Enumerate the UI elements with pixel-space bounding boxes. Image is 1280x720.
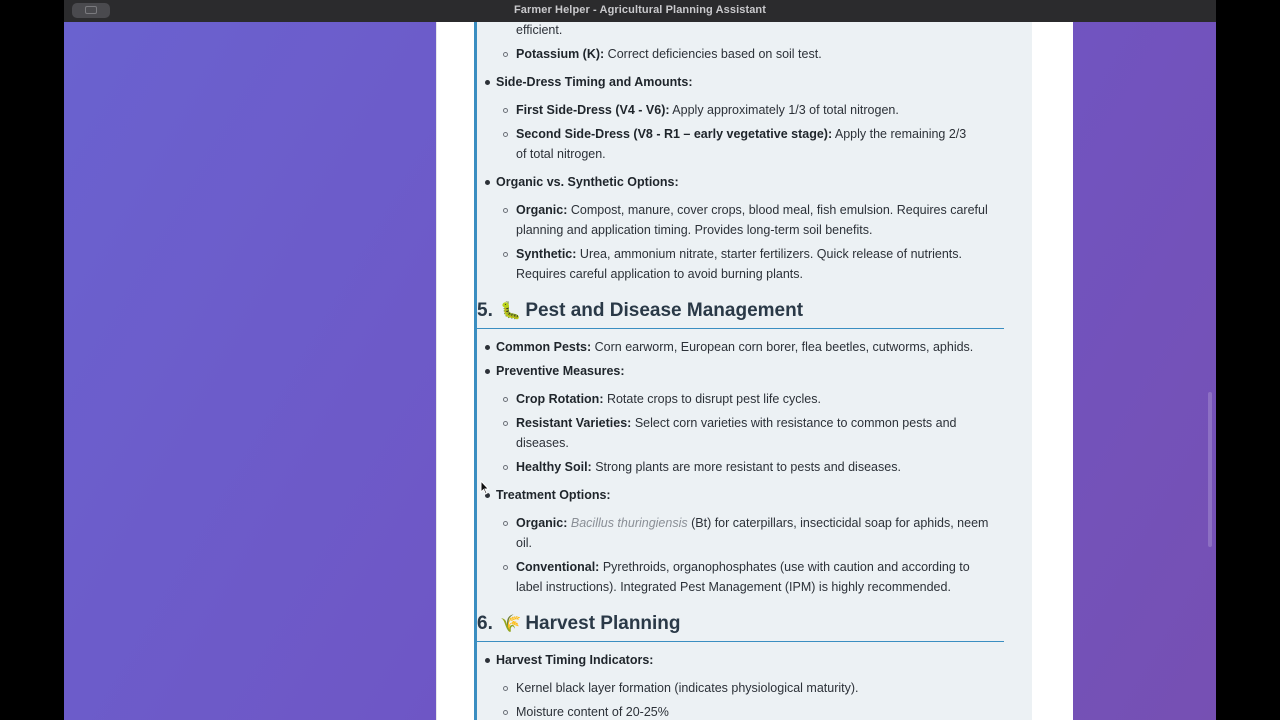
section-heading-harvest: 6. 🌾 Harvest Planning — [477, 613, 681, 634]
list-item-continuation: label instructions). Integrated Pest Man… — [516, 580, 951, 594]
wheat-icon: 🌾 — [500, 614, 522, 633]
bullet — [485, 345, 490, 350]
list-item-continuation: oil. — [516, 536, 532, 550]
window-title: Farmer Helper - Agricultural Planning As… — [513, 4, 767, 16]
list-item-organic: Organic: Compost, manure, cover crops, b… — [516, 203, 988, 217]
sub-bullet — [503, 710, 508, 715]
list-item-first-side-dress: First Side-Dress (V4 - V6): Apply approx… — [516, 103, 899, 117]
bug-icon: 🐛 — [500, 301, 522, 320]
list-item-continuation: Requires careful application to avoid bu… — [516, 267, 803, 281]
list-item-organic-treatment: Organic: Bacillus thuringiensis (Bt) for… — [516, 516, 989, 530]
sub-bullet — [503, 465, 508, 470]
page-viewport[interactable]: efficient. Potassium (K): Correct defici… — [64, 22, 1216, 720]
scrollbar-thumb[interactable] — [1208, 392, 1212, 547]
list-item-healthy-soil: Healthy Soil: Strong plants are more res… — [516, 460, 901, 474]
bullet — [485, 369, 490, 374]
sub-bullet — [503, 397, 508, 402]
bullet — [485, 180, 490, 185]
list-item-common-pests: Common Pests: Corn earworm, European cor… — [496, 340, 974, 354]
list-item-synthetic: Synthetic: Urea, ammonium nitrate, start… — [516, 247, 962, 261]
list-item-conventional: Conventional: Pyrethroids, organophospha… — [516, 560, 970, 574]
app-window: Farmer Helper - Agricultural Planning As… — [64, 0, 1216, 720]
list-item-black-layer: Kernel black layer formation (indicates … — [516, 681, 859, 695]
heading-divider — [477, 328, 1004, 329]
plan-card: efficient. Potassium (K): Correct defici… — [474, 22, 1032, 720]
sub-bullet — [503, 686, 508, 691]
list-item-potassium: Potassium (K): Correct deficiencies base… — [516, 47, 822, 61]
bullet — [485, 80, 490, 85]
sub-bullet — [503, 252, 508, 257]
mouse-cursor-icon — [480, 480, 490, 495]
list-item-continuation: of total nitrogen. — [516, 147, 606, 161]
sub-bullet — [503, 108, 508, 113]
list-item-continuation: planning and application timing. Provide… — [516, 223, 873, 237]
list-item-second-side-dress: Second Side-Dress (V8 - R1 – early veget… — [516, 127, 967, 141]
list-item-crop-rotation: Crop Rotation: Rotate crops to disrupt p… — [516, 392, 821, 406]
bullet — [485, 658, 490, 663]
sub-bullet — [503, 421, 508, 426]
list-item-organic-vs-synthetic: Organic vs. Synthetic Options: — [496, 175, 679, 189]
list-item-moisture: Moisture content of 20-25% — [516, 705, 669, 719]
sub-bullet — [503, 565, 508, 570]
list-item-treatment: Treatment Options: — [496, 488, 611, 502]
list-item-preventive: Preventive Measures: — [496, 364, 625, 378]
list-item-resistant-varieties: Resistant Varieties: Select corn varieti… — [516, 416, 957, 430]
list-item-continuation: diseases. — [516, 436, 569, 450]
title-bar: Farmer Helper - Agricultural Planning As… — [64, 0, 1216, 23]
list-item-side-dress: Side-Dress Timing and Amounts: — [496, 75, 693, 89]
sub-bullet — [503, 132, 508, 137]
list-item-harvest-timing: Harvest Timing Indicators: — [496, 653, 654, 667]
text-fragment: efficient. — [516, 23, 563, 37]
sub-bullet — [503, 52, 508, 57]
sub-bullet — [503, 521, 508, 526]
section-heading-pest-disease: 5. 🐛 Pest and Disease Management — [477, 300, 804, 321]
heading-divider — [477, 641, 1004, 642]
page-edge — [436, 22, 437, 720]
sub-bullet — [503, 208, 508, 213]
document-page: efficient. Potassium (K): Correct defici… — [436, 22, 1073, 720]
